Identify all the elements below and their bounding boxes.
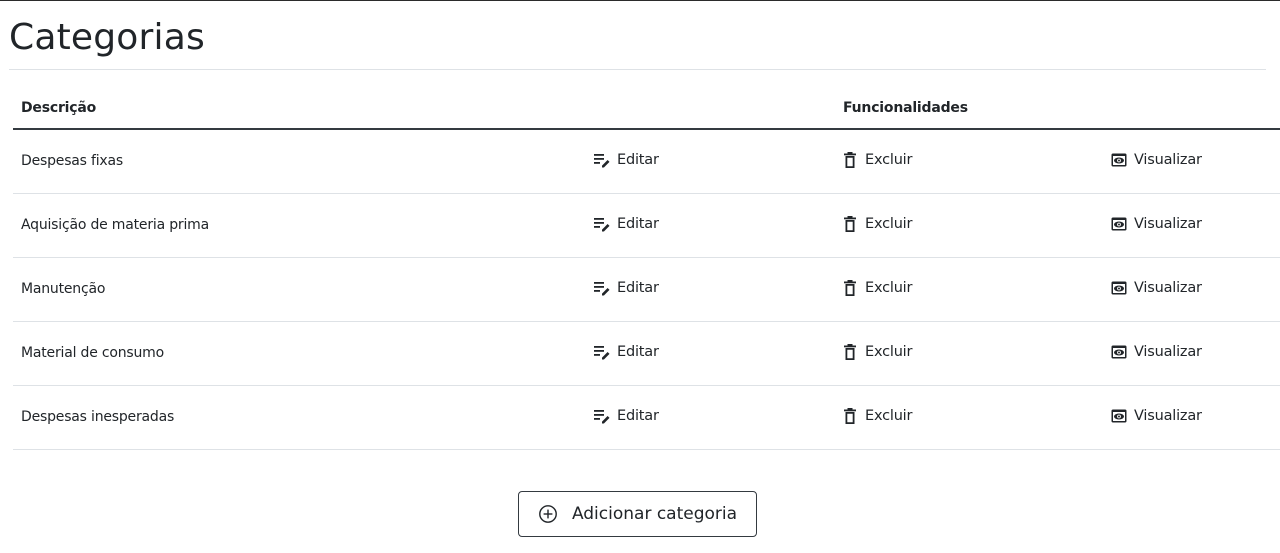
- view-button[interactable]: Visualizar: [1110, 215, 1202, 233]
- category-description: Despesas fixas: [21, 153, 123, 169]
- categories-table: Descrição Funcionalidades Despesas fixas…: [13, 90, 1280, 450]
- view-button[interactable]: Visualizar: [1110, 343, 1202, 361]
- trash-icon: [841, 215, 859, 233]
- view-label: Visualizar: [1134, 408, 1202, 424]
- delete-button[interactable]: Excluir: [841, 407, 912, 425]
- category-description: Despesas inesperadas: [21, 409, 175, 425]
- view-label: Visualizar: [1134, 152, 1202, 168]
- add-category-label: Adicionar categoria: [571, 504, 738, 524]
- delete-button[interactable]: Excluir: [841, 215, 912, 233]
- column-header-features: Funcionalidades: [843, 100, 968, 116]
- trash-icon: [841, 407, 859, 425]
- delete-label: Excluir: [865, 280, 913, 296]
- table-row: Material de consumo Editar Excluir Visualiz…: [13, 322, 1280, 386]
- delete-button[interactable]: Excluir: [841, 151, 912, 169]
- edit-button[interactable]: Editar: [593, 151, 659, 169]
- edit-label: Editar: [617, 408, 659, 424]
- delete-button[interactable]: Excluir: [841, 279, 912, 297]
- categories-page: Categorias Descrição Funcionalidades Des…: [0, 0, 1280, 553]
- delete-label: Excluir: [865, 344, 913, 360]
- edit-note-icon: [593, 407, 611, 425]
- category-description: Manutenção: [21, 281, 106, 297]
- edit-label: Editar: [617, 152, 659, 168]
- page-title: Categorias: [9, 17, 205, 58]
- edit-label: Editar: [617, 280, 659, 296]
- column-header-description: Descrição: [21, 100, 97, 116]
- view-label: Visualizar: [1134, 216, 1202, 232]
- edit-note-icon: [593, 151, 611, 169]
- eye-icon: [1110, 215, 1128, 233]
- delete-button[interactable]: Excluir: [841, 343, 912, 361]
- view-label: Visualizar: [1134, 344, 1202, 360]
- view-button[interactable]: Visualizar: [1110, 279, 1202, 297]
- eye-icon: [1110, 151, 1128, 169]
- edit-button[interactable]: Editar: [593, 407, 659, 425]
- eye-icon: [1110, 279, 1128, 297]
- edit-button[interactable]: Editar: [593, 343, 659, 361]
- eye-icon: [1110, 407, 1128, 425]
- trash-icon: [841, 151, 859, 169]
- edit-note-icon: [593, 279, 611, 297]
- delete-label: Excluir: [865, 216, 913, 232]
- table-row: Despesas fixas Editar Excluir Visualizar: [13, 130, 1280, 194]
- table-row: Despesas inesperadas Editar Excluir Visuali…: [13, 386, 1280, 450]
- edit-button[interactable]: Editar: [593, 279, 659, 297]
- add-category-button[interactable]: Adicionar categoria: [518, 491, 757, 537]
- trash-icon: [841, 279, 859, 297]
- delete-label: Excluir: [865, 408, 913, 424]
- trash-icon: [841, 343, 859, 361]
- view-label: Visualizar: [1134, 280, 1202, 296]
- edit-label: Editar: [617, 216, 659, 232]
- category-description: Aquisição de materia prima: [21, 217, 209, 233]
- edit-note-icon: [593, 343, 611, 361]
- edit-button[interactable]: Editar: [593, 215, 659, 233]
- table-row: Manutenção Editar Excluir Visualizar: [13, 258, 1280, 322]
- title-divider: [9, 69, 1266, 70]
- edit-note-icon: [593, 215, 611, 233]
- view-button[interactable]: Visualizar: [1110, 151, 1202, 169]
- table-body: Despesas fixas Editar Excluir Visualizar Aqu…: [13, 130, 1280, 450]
- edit-label: Editar: [617, 344, 659, 360]
- eye-icon: [1110, 343, 1128, 361]
- category-description: Material de consumo: [21, 345, 164, 361]
- table-row: Aquisição de materia prima Editar Excluir V…: [13, 194, 1280, 258]
- table-header: Descrição Funcionalidades: [13, 90, 1280, 130]
- view-button[interactable]: Visualizar: [1110, 407, 1202, 425]
- plus-circle-icon: [538, 504, 558, 524]
- delete-label: Excluir: [865, 152, 913, 168]
